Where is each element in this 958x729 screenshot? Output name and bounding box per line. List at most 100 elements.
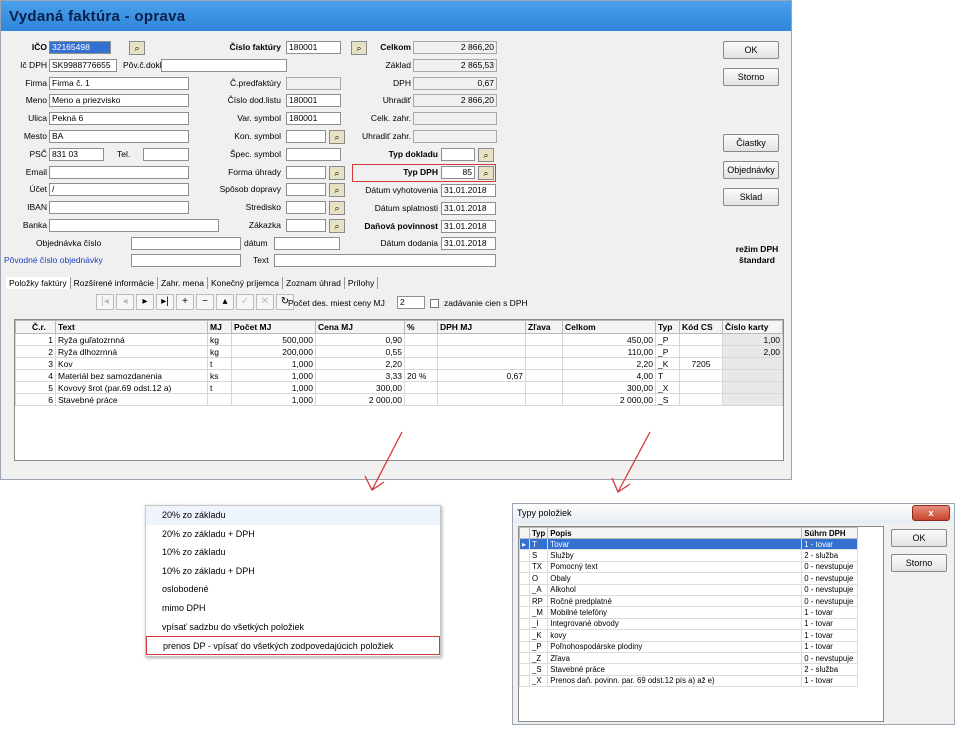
types-header-2: Súhrn DPH (801, 527, 859, 539)
table-cell: t (207, 357, 232, 370)
tab-0[interactable]: Položky faktúry (6, 277, 71, 289)
vat-menu-item-6[interactable]: vpísať sadzbu do všetkých položiek (146, 618, 440, 637)
mid-field-9[interactable] (286, 219, 326, 232)
objednavky-button[interactable]: Objednávky (723, 161, 779, 179)
types-cell: 1 - tovar (801, 537, 859, 551)
table-row[interactable]: 5 Kovový šrot (par.69 odst.12 a) t 1,000 300… (15, 381, 783, 394)
cancel-icon[interactable]: ✕ (256, 294, 274, 310)
sklad-button[interactable]: Sklad (723, 188, 779, 206)
field-0[interactable]: 32165498 (49, 41, 111, 54)
tab-5[interactable]: Prílohy (345, 277, 379, 289)
mid-lookup-icon-4[interactable]: ⌕ (329, 130, 345, 144)
tab-3[interactable]: Konečný príjemca (208, 277, 283, 289)
table-row[interactable]: 3 Kov t 1,000 2,20 2,20 _K 7205 (15, 357, 783, 370)
storno-button[interactable]: Storno (723, 68, 779, 86)
list-item[interactable]: O Obaly 0 - nevstupuje (519, 572, 859, 585)
list-item[interactable]: _K kovy 1 - tovar (519, 629, 859, 642)
field-6[interactable]: 831 03 (49, 147, 104, 161)
table-row[interactable]: 2 Ryža dlhozrnná kg 200,000 0,55 110,00 _P 2,00 (15, 345, 783, 358)
field-5[interactable]: BA (49, 130, 189, 143)
check-icon[interactable]: ✓ (236, 294, 254, 310)
table-cell: kg (207, 333, 232, 346)
vat-menu-item-4[interactable]: oslobodené (146, 580, 440, 599)
prev-icon[interactable]: ◂ (116, 294, 134, 310)
ciastky-button[interactable]: Čiastky (723, 134, 779, 152)
field-1[interactable]: SK9988776655 (49, 58, 117, 72)
row-indicator (519, 560, 530, 574)
list-item[interactable]: _X Prenos daň. povinn. par. 69 odst.12 pí… (519, 674, 859, 688)
field-9[interactable] (49, 201, 189, 215)
list-item[interactable]: _Z Zľava 0 - nevstupuje (519, 651, 859, 665)
mid-field-6[interactable] (286, 165, 326, 179)
mid-field-0[interactable]: 180001 (286, 41, 341, 54)
field-3[interactable]: Meno a priezvisko (49, 94, 189, 108)
date-field-2[interactable]: 31.01.2018 (441, 219, 496, 233)
remove-icon[interactable]: − (196, 294, 214, 310)
decimals-select[interactable]: 2 (397, 296, 425, 309)
typ-dph-icon[interactable]: ⌕ (478, 166, 494, 180)
mid-field-7[interactable] (286, 183, 326, 197)
list-item[interactable]: _P Poľnohospodárske plodiny 1 - tovar (519, 640, 859, 653)
mid-field-2[interactable]: 180001 (286, 94, 341, 108)
up-icon[interactable]: ▴ (216, 294, 234, 310)
lookup-icon[interactable]: ⌕ (129, 41, 145, 55)
mid-field-3[interactable]: 180001 (286, 112, 341, 126)
typ-dokladu-field[interactable] (441, 148, 475, 161)
field-7[interactable] (49, 165, 189, 179)
field-4[interactable]: Pekná 6 (49, 112, 189, 126)
add-icon[interactable]: + (176, 294, 194, 310)
list-item[interactable]: _S Stavebné práce 2 - služba (519, 663, 859, 676)
mid-lookup-icon-6[interactable]: ⌕ (329, 165, 345, 180)
grid-header-7: Zľava (525, 320, 563, 334)
mid-field-5[interactable] (286, 147, 341, 161)
mid-field-4[interactable] (286, 130, 326, 143)
tab-1[interactable]: Rozšírené informácie (71, 277, 158, 289)
table-row[interactable]: 1 Ryža guľatozrnná kg 500,000 0,90 450,00 _P 1,… (15, 333, 783, 346)
vat-menu-item-5[interactable]: mimo DPH (146, 599, 440, 618)
list-item[interactable]: TX Pomocný text 0 - nevstupuje (519, 560, 859, 574)
vat-menu-item-3[interactable]: 10% zo základu + DPH (146, 562, 440, 581)
mid-field-8[interactable] (286, 201, 326, 215)
row-indicator (519, 663, 530, 676)
list-item[interactable]: _I Integrované obvody 1 - tovar (519, 617, 859, 631)
vat-menu-item-7[interactable]: prenos DP - vpísať do všetkých zodpoveda… (146, 636, 440, 655)
field-10[interactable] (49, 219, 219, 232)
date-field-3[interactable]: 31.01.2018 (441, 237, 496, 251)
field-2[interactable]: Firma č. 1 (49, 76, 189, 90)
orig-order-field[interactable] (131, 254, 241, 267)
extra-field-1[interactable] (161, 58, 287, 72)
table-row[interactable]: 4 Materiál bez samozdanenia ks 1,000 3,33 20 … (15, 369, 783, 382)
typ-dokladu-label: Typ dokladu (388, 149, 438, 159)
list-item[interactable]: _M Mobilné telefóny 1 - tovar (519, 606, 859, 619)
vat-menu-item-1[interactable]: 20% zo základu + DPH (146, 525, 440, 544)
typ-dph-field[interactable]: 85 (441, 166, 475, 179)
vat-menu-item-2[interactable]: 10% zo základu (146, 543, 440, 562)
first-icon[interactable]: |◂ (96, 294, 114, 310)
close-icon[interactable]: x (912, 505, 950, 521)
price-with-vat-checkbox[interactable] (430, 299, 439, 308)
grid-header-5: % (404, 320, 438, 334)
date-field-1[interactable]: 31.01.2018 (441, 201, 496, 215)
last-icon[interactable]: ▸| (156, 294, 174, 310)
date-field-0[interactable]: 31.01.2018 (441, 184, 496, 197)
mid-field-1[interactable] (286, 76, 341, 90)
vat-menu-item-0[interactable]: 20% zo základu (146, 506, 440, 525)
list-item[interactable]: ▸ T Tovar 1 - tovar (519, 537, 859, 551)
extra-field-6[interactable] (143, 147, 189, 161)
list-item[interactable]: S Služby 2 - služba (519, 549, 859, 562)
order-number-field[interactable] (131, 237, 241, 250)
typ-dokladu-icon[interactable]: ⌕ (478, 148, 494, 162)
next-icon[interactable]: ▸ (136, 294, 154, 310)
tab-4[interactable]: Zoznam úhrad (283, 277, 345, 289)
grid-header-1: Text (55, 320, 208, 334)
dialog-ok-button[interactable]: OK (891, 529, 947, 547)
list-item[interactable]: RP Ročné predplatné 0 - nevstupuje (519, 594, 859, 608)
tab-2[interactable]: Zahr. mena (158, 277, 208, 289)
ok-button[interactable]: OK (723, 41, 779, 59)
item-types-grid[interactable]: Typ Popis Súhrn DPH ▸ T Tovar 1 - tovar S Služb… (518, 526, 884, 722)
table-row[interactable]: 6 Stavebné práce 1,000 2 000,00 2 000,00 _S (15, 393, 783, 406)
list-item[interactable]: _A Alkohol 0 - nevstupuje (519, 583, 859, 596)
order-text-field[interactable] (274, 254, 496, 267)
field-8[interactable]: / (49, 183, 189, 197)
dialog-storno-button[interactable]: Storno (891, 554, 947, 572)
